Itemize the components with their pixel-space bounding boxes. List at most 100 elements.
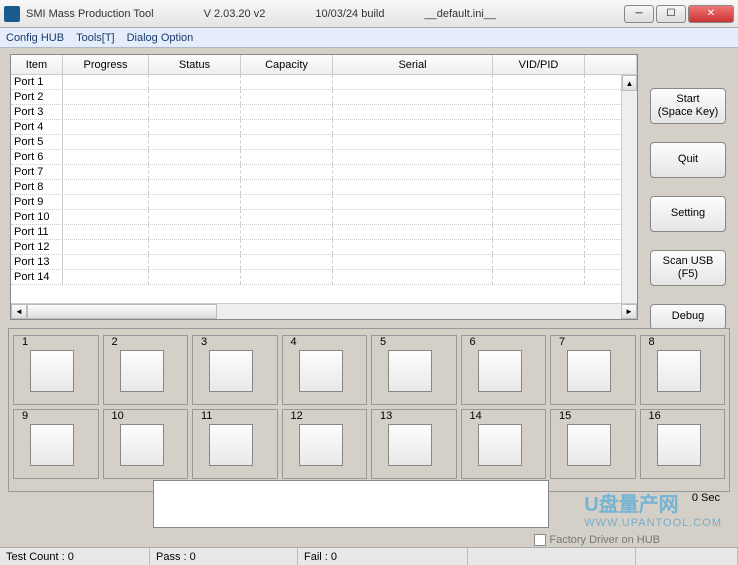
slot-button[interactable] [388, 350, 432, 392]
slot-button[interactable] [567, 424, 611, 466]
slot-button[interactable] [30, 424, 74, 466]
menu-dialog-option[interactable]: Dialog Option [127, 32, 194, 44]
titlebar: SMI Mass Production Tool V 2.03.20 v2 10… [0, 0, 738, 28]
slot-button[interactable] [388, 424, 432, 466]
table-row[interactable]: Port 2 [11, 90, 637, 105]
slot-button[interactable] [120, 424, 164, 466]
port-label: Port 12 [11, 240, 63, 254]
table-row[interactable]: Port 1 [11, 75, 637, 90]
col-status[interactable]: Status [149, 55, 241, 74]
table-row[interactable]: Port 13 [11, 255, 637, 270]
vertical-scrollbar[interactable]: ▲ [621, 75, 637, 303]
port-slot-6: 6 [461, 335, 547, 405]
scan-label: Scan USB [663, 255, 714, 268]
app-name: SMI Mass Production Tool [26, 8, 154, 20]
port-label: Port 7 [11, 165, 63, 179]
slot-number: 10 [110, 410, 126, 422]
slot-button[interactable] [567, 350, 611, 392]
slot-button[interactable] [478, 424, 522, 466]
col-item[interactable]: Item [11, 55, 63, 74]
col-serial[interactable]: Serial [333, 55, 493, 74]
port-label: Port 9 [11, 195, 63, 209]
setting-button[interactable]: Setting [650, 196, 726, 232]
status-test-count: Test Count : 0 [0, 548, 150, 565]
port-table: Item Progress Status Capacity Serial VID… [10, 54, 638, 320]
slot-button[interactable] [120, 350, 164, 392]
table-row[interactable]: Port 5 [11, 135, 637, 150]
horizontal-scrollbar[interactable]: ◄ ► [11, 303, 637, 319]
slot-button[interactable] [478, 350, 522, 392]
col-extra[interactable] [585, 55, 637, 74]
scroll-left-icon[interactable]: ◄ [11, 304, 27, 319]
port-slot-11: 11 [192, 409, 278, 479]
maximize-button[interactable]: ☐ [656, 5, 686, 23]
slot-button[interactable] [30, 350, 74, 392]
scroll-up-icon[interactable]: ▲ [622, 75, 637, 91]
port-label: Port 4 [11, 120, 63, 134]
col-capacity[interactable]: Capacity [241, 55, 333, 74]
port-label: Port 6 [11, 150, 63, 164]
slot-number: 14 [468, 410, 484, 422]
port-slot-15: 15 [550, 409, 636, 479]
col-progress[interactable]: Progress [63, 55, 149, 74]
slot-number: 15 [557, 410, 573, 422]
slot-number: 7 [557, 336, 567, 348]
slot-number: 4 [289, 336, 299, 348]
debug-button[interactable]: Debug [650, 304, 726, 330]
factory-driver-checkbox[interactable]: Factory Driver on HUB [534, 534, 660, 546]
menubar: Config HUB Tools[T] Dialog Option [0, 28, 738, 48]
scroll-right-icon[interactable]: ► [621, 304, 637, 319]
port-slot-10: 10 [103, 409, 189, 479]
slot-button[interactable] [299, 424, 343, 466]
col-vidpid[interactable]: VID/PID [493, 55, 585, 74]
port-slot-13: 13 [371, 409, 457, 479]
checkbox-icon[interactable] [534, 534, 546, 546]
port-label: Port 10 [11, 210, 63, 224]
slot-button[interactable] [299, 350, 343, 392]
app-icon [4, 6, 20, 22]
statusbar: Test Count : 0 Pass : 0 Fail : 0 [0, 547, 738, 565]
port-label: Port 5 [11, 135, 63, 149]
table-row[interactable]: Port 6 [11, 150, 637, 165]
slot-number: 3 [199, 336, 209, 348]
bottom-area: 0 Sec Factory Driver on HUB [8, 480, 730, 540]
slot-button[interactable] [657, 350, 701, 392]
slot-button[interactable] [209, 350, 253, 392]
port-label: Port 2 [11, 90, 63, 104]
port-slot-8: 8 [640, 335, 726, 405]
menu-config-hub[interactable]: Config HUB [6, 32, 64, 44]
menu-tools[interactable]: Tools[T] [76, 32, 115, 44]
slot-number: 9 [20, 410, 30, 422]
quit-button[interactable]: Quit [650, 142, 726, 178]
port-label: Port 14 [11, 270, 63, 284]
status-extra1 [468, 548, 636, 565]
checkbox-label: Factory Driver on HUB [549, 534, 660, 546]
scroll-thumb[interactable] [27, 304, 217, 319]
table-row[interactable]: Port 9 [11, 195, 637, 210]
port-label: Port 11 [11, 225, 63, 239]
port-slot-7: 7 [550, 335, 636, 405]
table-row[interactable]: Port 8 [11, 180, 637, 195]
start-button[interactable]: Start (Space Key) [650, 88, 726, 124]
table-row[interactable]: Port 3 [11, 105, 637, 120]
log-box [153, 480, 549, 528]
table-row[interactable]: Port 11 [11, 225, 637, 240]
port-slot-5: 5 [371, 335, 457, 405]
port-slot-2: 2 [103, 335, 189, 405]
table-row[interactable]: Port 12 [11, 240, 637, 255]
minimize-button[interactable]: ─ [624, 5, 654, 23]
timer-label: 0 Sec [692, 492, 720, 504]
port-label: Port 8 [11, 180, 63, 194]
table-row[interactable]: Port 4 [11, 120, 637, 135]
table-row[interactable]: Port 14 [11, 270, 637, 285]
slot-number: 1 [20, 336, 30, 348]
close-button[interactable]: ✕ [688, 5, 734, 23]
table-row[interactable]: Port 7 [11, 165, 637, 180]
table-body: Port 1Port 2Port 3Port 4Port 5Port 6Port… [11, 75, 637, 303]
table-header: Item Progress Status Capacity Serial VID… [11, 55, 637, 75]
slot-button[interactable] [209, 424, 253, 466]
scan-usb-button[interactable]: Scan USB (F5) [650, 250, 726, 286]
slot-button[interactable] [657, 424, 701, 466]
slot-number: 6 [468, 336, 478, 348]
table-row[interactable]: Port 10 [11, 210, 637, 225]
